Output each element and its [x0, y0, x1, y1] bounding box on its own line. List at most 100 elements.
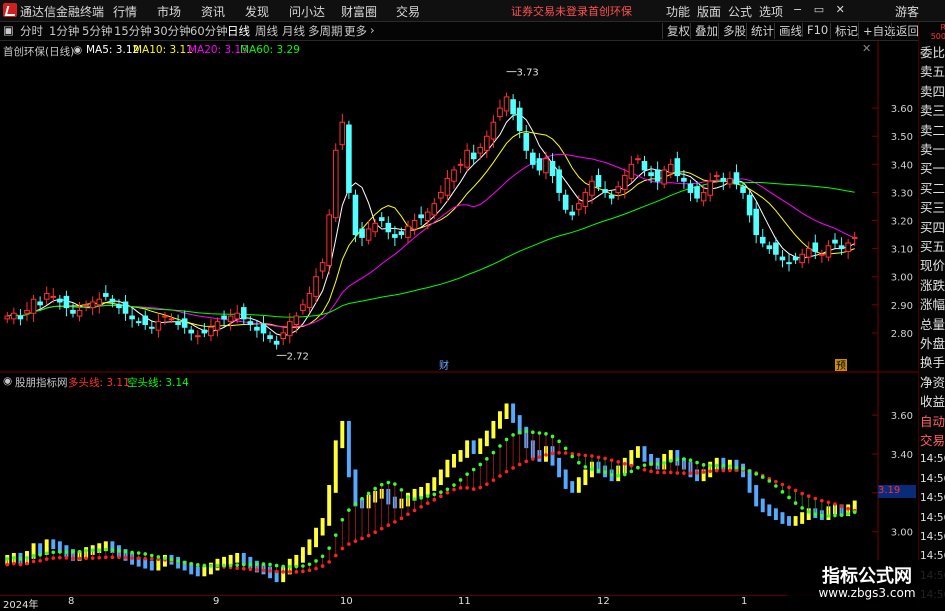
short-line-dot — [44, 551, 49, 556]
minimize-icon[interactable]: − — [793, 3, 802, 16]
period-intraday[interactable]: 分时 — [20, 23, 43, 39]
short-line-dot — [668, 459, 673, 463]
price-tick-label: 3.50 — [891, 132, 913, 143]
short-line-dot — [287, 564, 292, 569]
long-line-dot — [668, 470, 673, 475]
candle-body — [740, 186, 746, 193]
indicator-bar — [629, 450, 634, 466]
candle-body — [267, 335, 273, 340]
menu-trade[interactable]: 交易 — [396, 3, 420, 20]
candle-body — [681, 177, 687, 182]
layout-button[interactable]: 版面 — [697, 3, 721, 20]
sidebar-item: 14:56 — [920, 511, 945, 524]
period-more[interactable]: 更多 — [344, 23, 367, 39]
period-15min[interactable]: 15分钟 — [114, 23, 152, 39]
watermark-title: 指标公式网 — [822, 566, 912, 587]
indicator-bar — [504, 403, 509, 420]
long-line-dot — [333, 553, 338, 558]
period-30min[interactable]: 30分钟 — [153, 23, 191, 39]
long-line-dot — [642, 467, 647, 472]
candle-body — [240, 307, 247, 320]
chevron-right-icon[interactable]: › — [370, 23, 375, 37]
menu-market[interactable]: 市场 — [157, 3, 181, 20]
long-line-dot — [662, 470, 667, 475]
sidebar-item: 买四 — [920, 219, 945, 235]
restore-icon[interactable]: ▭ — [814, 3, 824, 16]
indicator-bar — [419, 486, 424, 497]
long-line-dot — [12, 561, 16, 566]
long-line-dot — [71, 556, 75, 561]
kline-chart[interactable]: 3.60 3.50 3.40 3.30 3.20 3.10 3.00 2.90 2.80 3.60… — [0, 41, 918, 595]
long-line-dot — [241, 566, 246, 571]
login-status[interactable]: 证券交易未登录 — [511, 3, 588, 19]
period-weekly[interactable]: 周线 — [255, 23, 278, 39]
stats-button[interactable]: 统计 — [746, 23, 774, 39]
short-line-dot — [274, 563, 279, 568]
indicator-bar — [438, 469, 443, 486]
short-line-dot — [774, 484, 778, 488]
candle-body — [438, 191, 444, 199]
short-line-dot — [662, 461, 667, 465]
short-line-dot — [839, 513, 844, 517]
short-line-dot — [570, 454, 575, 459]
long-line-dot — [406, 512, 410, 517]
long-line-dot — [531, 457, 535, 461]
menu-wealth-circle[interactable]: 财富圈 — [341, 3, 377, 20]
indicator-bar — [300, 547, 305, 563]
period-1min[interactable]: 1分钟 — [49, 23, 79, 39]
short-line-dot — [701, 463, 706, 467]
mark-button[interactable]: 标记 — [830, 23, 858, 39]
short-line-dot — [235, 563, 240, 567]
short-line-dot — [123, 549, 128, 554]
overlay-button[interactable]: 叠加 — [690, 23, 718, 39]
candle-body — [490, 121, 497, 140]
candle-body — [687, 183, 694, 193]
period-multi[interactable]: 多周期 — [308, 23, 343, 39]
adjust-button[interactable]: 复权 — [662, 23, 690, 39]
formula-button[interactable]: 公式 — [728, 3, 752, 20]
short-line-dot — [478, 462, 483, 467]
candle-body — [589, 180, 595, 196]
period-daily[interactable]: 日线 — [227, 23, 250, 39]
sidebar-item[interactable]: 自动 — [920, 413, 945, 431]
options-button[interactable]: 选项 — [759, 3, 783, 20]
long-line-dot — [104, 555, 108, 560]
candle-body — [378, 217, 385, 222]
long-line-dot — [590, 454, 594, 458]
sidebar-item[interactable]: 交易 — [920, 432, 945, 450]
menu-discover[interactable]: 发现 — [245, 3, 269, 20]
short-line-dot — [38, 553, 42, 557]
long-line-dot — [682, 471, 686, 475]
short-line-dot — [747, 469, 752, 473]
short-line-dot — [524, 429, 529, 434]
toolbar-menu-icon[interactable]: ▣ — [3, 23, 14, 37]
candle-body — [411, 220, 418, 230]
short-line-dot — [550, 434, 555, 439]
indicator-bar — [195, 566, 200, 577]
short-line-dot — [202, 564, 207, 568]
f10-button[interactable]: F10 — [802, 23, 828, 37]
function-button[interactable]: 功能 — [666, 3, 690, 20]
candle-body — [516, 107, 523, 132]
candle-body — [674, 158, 681, 177]
multi-stock-button[interactable]: 多股 — [718, 23, 746, 39]
long-line-dot — [793, 488, 798, 493]
short-line-dot — [793, 501, 798, 505]
price-tick-label: 3.40 — [891, 160, 913, 171]
period-monthly[interactable]: 月线 — [282, 23, 305, 39]
draw-button[interactable]: 画线 — [774, 23, 802, 39]
indicator-bar — [471, 440, 476, 454]
candle-body — [142, 315, 149, 325]
close-icon[interactable]: ✕ — [836, 3, 845, 16]
menu-news[interactable]: 资讯 — [201, 3, 225, 20]
guest-label[interactable]: 游客 — [895, 3, 919, 20]
menu-market-quotes[interactable]: 行情 — [113, 3, 137, 20]
period-60min[interactable]: 60分钟 — [190, 23, 228, 39]
long-line-dot — [235, 566, 240, 570]
short-line-dot — [333, 533, 338, 537]
add-watchlist-button[interactable]: +自选 — [858, 23, 896, 39]
period-5min[interactable]: 5分钟 — [82, 23, 112, 39]
back-button[interactable]: 返回 — [891, 23, 919, 39]
long-line-dot — [143, 556, 148, 561]
menu-wenxiaoda[interactable]: 问小达 — [289, 3, 325, 20]
